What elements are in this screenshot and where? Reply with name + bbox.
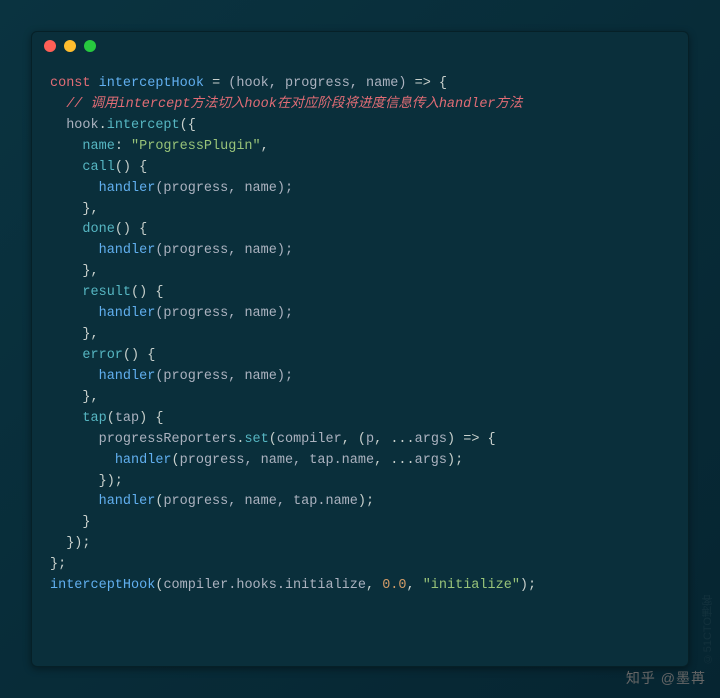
close-icon[interactable]: [44, 40, 56, 52]
call: call: [82, 160, 114, 175]
eq: =: [212, 76, 220, 91]
handler: handler: [99, 181, 156, 196]
window-titlebar: [32, 32, 688, 60]
kw-const: const: [50, 76, 91, 91]
set: set: [244, 432, 268, 447]
tap-arg: tap: [115, 411, 139, 426]
str-progressplugin: "ProgressPlugin": [131, 139, 261, 154]
str-initialize: "initialize": [423, 578, 520, 593]
hook: hook: [66, 118, 98, 133]
compiler: compiler: [277, 432, 342, 447]
intercept: intercept: [107, 118, 180, 133]
watermark-text: ©51CTO博客: [700, 595, 716, 664]
done: done: [82, 222, 114, 237]
result: result: [82, 285, 131, 300]
progress-reporters: progressReporters: [99, 432, 237, 447]
credit-text: 知乎 @墨苒: [626, 668, 706, 688]
params: (hook, progress, name): [228, 76, 406, 91]
fn-name: interceptHook: [99, 76, 204, 91]
code-block: const interceptHook = (hook, progress, n…: [32, 60, 688, 615]
num: 0.0: [382, 578, 406, 593]
error: error: [82, 348, 123, 363]
code-window: const interceptHook = (hook, progress, n…: [31, 31, 689, 667]
intercepthook-call: interceptHook: [50, 578, 155, 593]
hooks-path: compiler.hooks.initialize: [163, 578, 366, 593]
comment: // 调用intercept方法切入hook在对应阶段将进度信息传入handle…: [66, 97, 522, 112]
tap-name: tap.name: [309, 453, 374, 468]
p: p: [366, 432, 374, 447]
prop-name: name: [82, 139, 114, 154]
tap: tap: [82, 411, 106, 426]
args: args: [415, 432, 447, 447]
arrow: => {: [407, 76, 448, 91]
minimize-icon[interactable]: [64, 40, 76, 52]
maximize-icon[interactable]: [84, 40, 96, 52]
handler-args: (progress, name);: [155, 181, 293, 196]
